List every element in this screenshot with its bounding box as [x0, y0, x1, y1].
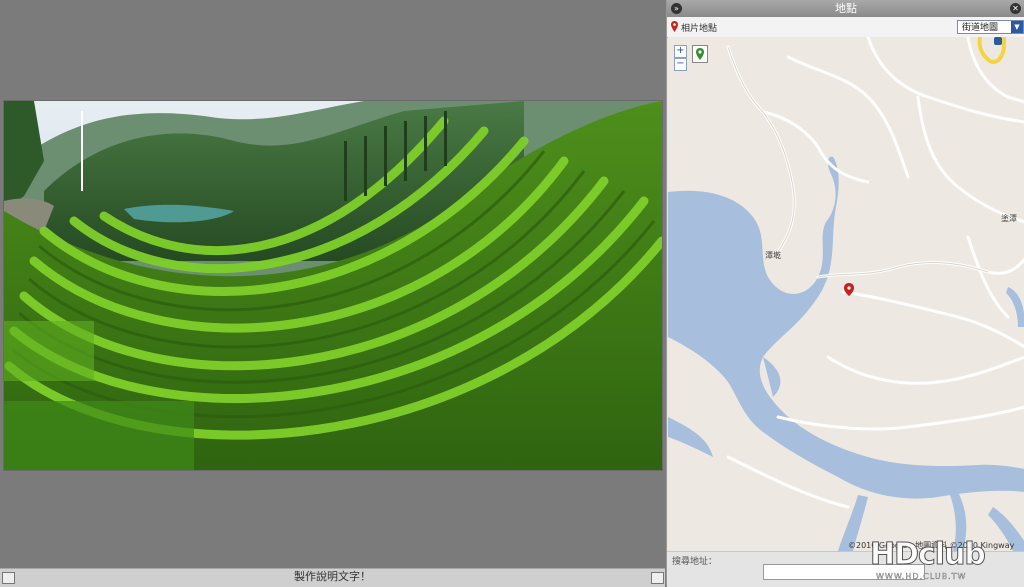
place-label: 潭墘: [765, 251, 781, 260]
resize-icon[interactable]: [651, 572, 664, 584]
marker-tool-button[interactable]: [692, 45, 708, 63]
map-panel-titlebar: » 地點 ✕: [667, 0, 1024, 17]
caption-bar: 製作說明文字！: [0, 568, 665, 587]
zoom-out-button[interactable]: −: [674, 58, 687, 71]
place-label: 塗潭: [1001, 214, 1017, 223]
map-type-select[interactable]: 街道地圖 ▼: [957, 20, 1024, 34]
map-type-value: 街道地圖: [962, 23, 999, 33]
pin-icon: [671, 21, 678, 32]
watermark-url-text: WWW.HD.CLUB.TW: [876, 572, 967, 581]
caption-text[interactable]: 製作說明文字！: [0, 569, 665, 585]
map-canvas[interactable]: + − 潭墘 塗潭 ©2010 Google - 地圖資料 ©2010 King…: [668, 37, 1024, 551]
close-icon[interactable]: ✕: [1010, 3, 1021, 14]
search-address-label: 搜尋地址：: [672, 557, 718, 567]
photo-location-label: 相片地點: [681, 24, 718, 34]
hdclub-watermark-logo: HDclub WWW.HD.CLUB.TW: [870, 537, 1020, 583]
zoom-in-button[interactable]: +: [674, 45, 687, 58]
map-graphic: [668, 37, 1024, 551]
tea-plantation-photo[interactable]: [3, 100, 663, 471]
collapse-icon[interactable]: »: [671, 3, 682, 14]
panel-title: 地點: [835, 2, 857, 15]
photo-viewer: [0, 0, 665, 568]
map-toolbar: 相片地點 街道地圖 ▼: [667, 17, 1024, 38]
chevron-down-icon[interactable]: ▼: [1011, 21, 1023, 33]
green-pin-icon: [696, 48, 704, 60]
map-panel: » 地點 ✕ 相片地點 街道地圖 ▼ + − 潭墘 塗潭 ©2010 Googl…: [666, 0, 1024, 587]
watermark-main-text: HDclub: [870, 537, 987, 573]
